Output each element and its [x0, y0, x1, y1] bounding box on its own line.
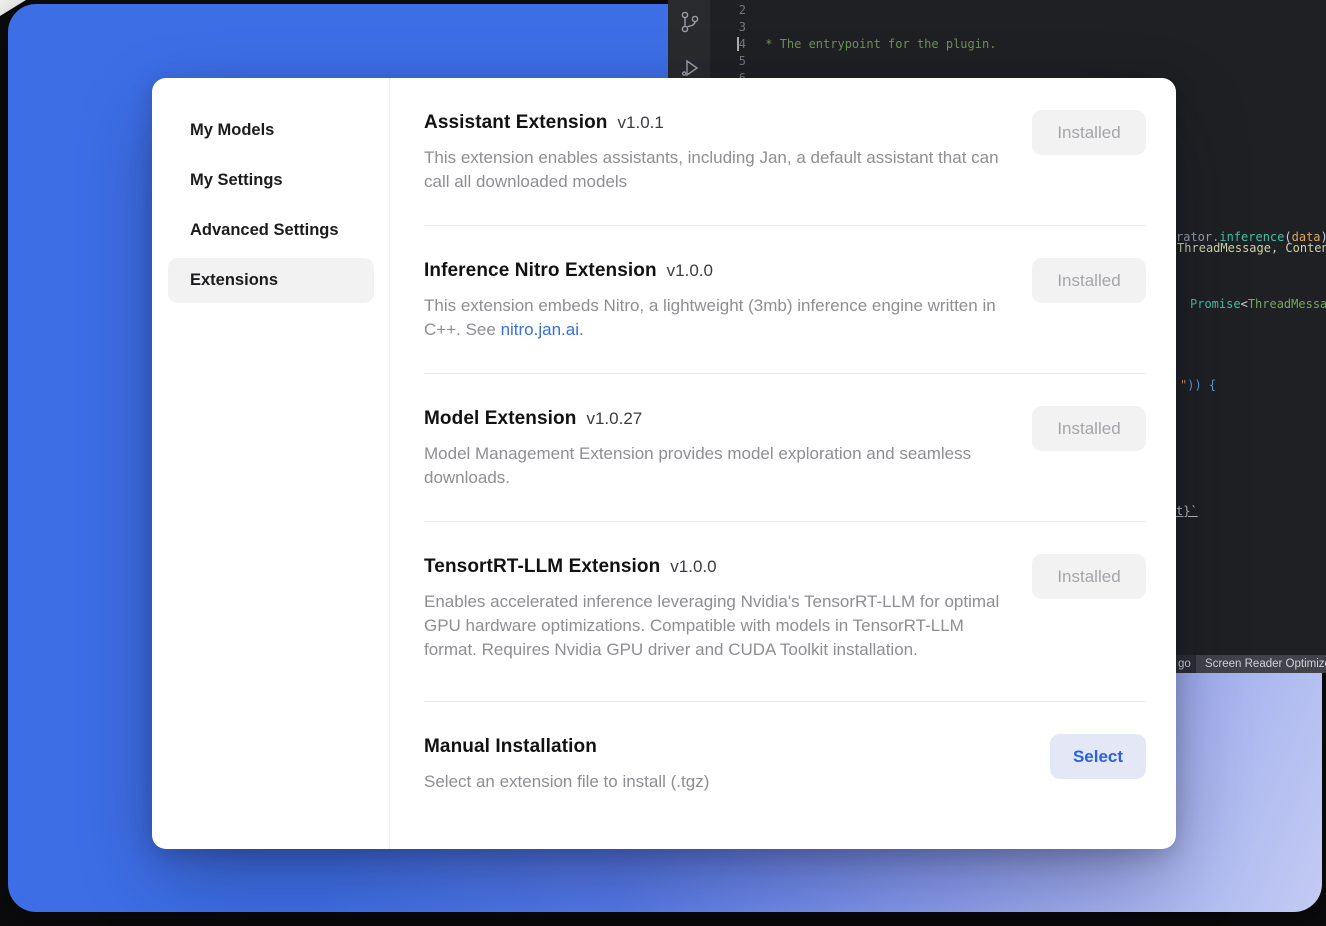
extension-version: v1.0.27: [586, 409, 642, 428]
code-fragment-inference: rator.inference(data));: [1176, 230, 1326, 245]
code-line-2: * The entrypoint for the plugin.: [758, 36, 1326, 53]
extension-row-assistant: Assistant Extension v1.0.1 This extension…: [424, 112, 1146, 226]
extension-name: Inference Nitro Extension: [424, 260, 657, 281]
extensions-list: Assistant Extension v1.0.1 This extension…: [390, 78, 1176, 849]
extension-name: Model Extension: [424, 408, 576, 429]
code-fragment-brace: ")) {: [1180, 378, 1216, 393]
extension-description: Model Management Extension provides mode…: [424, 442, 1009, 490]
extension-name: Manual Installation: [424, 736, 597, 757]
extension-description: Select an extension file to install (.tg…: [424, 770, 709, 794]
extension-row-manual-install: Manual Installation Select an extension …: [424, 736, 1146, 825]
extension-version: v1.0.0: [667, 261, 713, 280]
extension-name: TensortRT-LLM Extension: [424, 556, 660, 577]
sidebar-item-my-models[interactable]: My Models: [168, 108, 374, 153]
sidebar-item-my-settings[interactable]: My Settings: [168, 158, 374, 203]
extension-row-nitro: Inference Nitro Extension v1.0.0 This ext…: [424, 260, 1146, 374]
extension-row-tensorrt: TensortRT-LLM Extension v1.0.0 Enables ac…: [424, 556, 1146, 702]
nitro-link[interactable]: nitro.jan.ai.: [501, 320, 584, 339]
installed-button[interactable]: Installed: [1032, 406, 1146, 451]
extension-description: Enables accelerated inference leveraging…: [424, 590, 1009, 662]
extension-version: v1.0.0: [670, 557, 716, 576]
installed-button[interactable]: Installed: [1032, 110, 1146, 155]
code-fragment-promise: Promise<ThreadMessage>: [1190, 297, 1326, 312]
status-bar-time[interactable]: go: [1178, 655, 1191, 673]
sidebar-item-extensions[interactable]: Extensions: [168, 258, 374, 303]
extension-description: This extension embeds Nitro, a lightweig…: [424, 294, 1009, 342]
extension-row-model: Model Extension v1.0.27 Model Management …: [424, 408, 1146, 522]
select-button[interactable]: Select: [1050, 734, 1146, 779]
extension-description: This extension enables assistants, inclu…: [424, 146, 1009, 194]
sidebar-item-advanced-settings[interactable]: Advanced Settings: [168, 208, 374, 253]
code-fragment-template: t}`: [1176, 504, 1198, 519]
settings-modal: My Models My Settings Advanced Settings …: [152, 78, 1176, 849]
extension-version: v1.0.1: [618, 113, 664, 132]
status-bar-screen-reader[interactable]: Screen Reader Optimized: [1196, 655, 1326, 673]
line-numbers: 2 3 4 5 6: [710, 2, 758, 87]
text-cursor: [737, 37, 739, 51]
installed-button[interactable]: Installed: [1032, 554, 1146, 599]
settings-sidebar: My Models My Settings Advanced Settings …: [152, 78, 390, 849]
source-control-icon[interactable]: [678, 10, 702, 34]
debug-icon[interactable]: [678, 56, 702, 80]
installed-button[interactable]: Installed: [1032, 258, 1146, 303]
extension-name: Assistant Extension: [424, 112, 608, 133]
